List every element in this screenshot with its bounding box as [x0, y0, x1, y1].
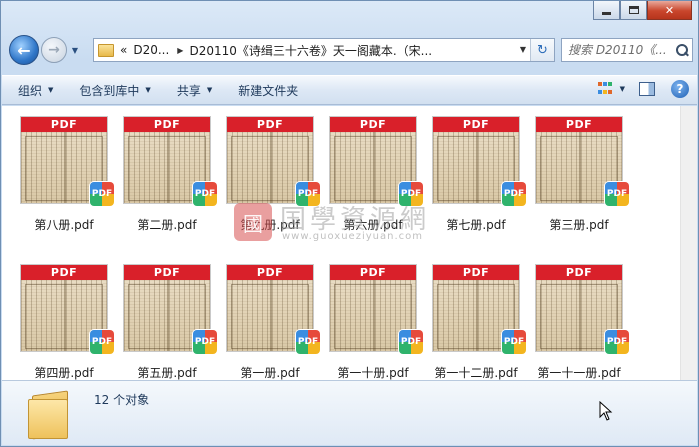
chevron-down-icon: ▼ [48, 86, 54, 94]
address-bar[interactable]: « D20... ▶ D20110《诗缉三十六卷》天一阁藏本.（宋... ▼ ↻ [93, 38, 555, 62]
thumbnail-pdf-band: PDF [227, 117, 313, 132]
search-input[interactable] [568, 43, 676, 57]
forward-button[interactable]: → [41, 37, 67, 63]
new-folder-button[interactable]: 新建文件夹 [228, 79, 308, 101]
file-name: 第九册.pdf [240, 218, 300, 232]
pdf-file-icon: PDF [502, 330, 526, 354]
file-name: 第四册.pdf [34, 366, 94, 380]
file-name: 第三册.pdf [549, 218, 609, 232]
pdf-file-icon: PDF [90, 182, 114, 206]
search-box[interactable] [561, 38, 693, 62]
pdf-file-icon: PDF [605, 330, 629, 354]
chevron-down-icon: ▼ [145, 86, 151, 94]
file-item[interactable]: PDF PDF 第一十册.pdf [329, 264, 429, 380]
vertical-scrollbar[interactable] [680, 106, 697, 380]
chevron-down-icon[interactable]: ▼ [520, 45, 526, 54]
thumbnail-pdf-band: PDF [124, 117, 210, 132]
back-button[interactable]: ← [9, 35, 39, 65]
file-item[interactable]: PDF PDF 第三册.pdf [535, 116, 635, 236]
breadcrumb-parent[interactable]: D20... [133, 43, 169, 57]
file-name: 第五册.pdf [137, 366, 197, 380]
share-button[interactable]: 共享 ▼ [167, 79, 222, 101]
thumbnail-pdf-band: PDF [433, 265, 519, 280]
thumbnail-pdf-band: PDF [330, 117, 416, 132]
thumbnail-pdf-band: PDF [21, 117, 107, 132]
pdf-file-icon: PDF [193, 330, 217, 354]
file-list: PDF PDF 第八册.pdf PDF PDF 第二册.pdf PDF PDF 第九册.pdf P… [2, 106, 697, 380]
file-name: 第一册.pdf [240, 366, 300, 380]
thumbnail-pdf-band: PDF [124, 265, 210, 280]
minimize-button[interactable] [593, 1, 620, 20]
thumbnail-pdf-band: PDF [330, 265, 416, 280]
minimize-icon [602, 11, 611, 15]
search-icon[interactable] [676, 43, 689, 57]
file-item[interactable]: PDF PDF 第九册.pdf [226, 116, 326, 236]
close-icon: ✕ [664, 3, 675, 17]
thumbnail-pdf-band: PDF [536, 117, 622, 132]
file-item[interactable]: PDF PDF 第四册.pdf [20, 264, 120, 380]
include-in-library-label: 包含到库中 [79, 83, 140, 98]
thumbnail-pdf-band: PDF [227, 265, 313, 280]
close-button[interactable]: ✕ [647, 1, 692, 20]
details-pane: 12 个对象 [2, 380, 697, 445]
breadcrumb-current[interactable]: D20110《诗缉三十六卷》天一阁藏本.（宋... [189, 42, 432, 59]
back-arrow-icon: ← [17, 40, 31, 60]
thumbnail-pdf-band: PDF [21, 265, 107, 280]
file-name: 第七册.pdf [446, 218, 506, 232]
pdf-file-icon: PDF [399, 330, 423, 354]
file-item[interactable]: PDF PDF 第一十一册.pdf [535, 264, 635, 380]
new-folder-label: 新建文件夹 [238, 83, 299, 98]
pdf-file-icon: PDF [296, 182, 320, 206]
folder-icon [28, 385, 72, 440]
folder-icon [98, 43, 114, 57]
pdf-file-icon: PDF [90, 330, 114, 354]
organize-label: 组织 [18, 83, 43, 98]
recent-pages-dropdown[interactable]: ▼ [69, 46, 81, 55]
maximize-button[interactable] [620, 1, 647, 20]
view-options-dropdown[interactable]: ▼ [620, 85, 625, 93]
file-item[interactable]: PDF PDF 第一十二册.pdf [432, 264, 532, 380]
file-name: 第二册.pdf [137, 218, 197, 232]
file-name: 第一十一册.pdf [537, 366, 621, 380]
file-name: 第一十册.pdf [337, 366, 409, 380]
file-name: 第一十二册.pdf [434, 366, 518, 380]
file-item[interactable]: PDF PDF 第八册.pdf [20, 116, 120, 236]
toolbar-right: ▼ ? [597, 80, 689, 98]
share-label: 共享 [176, 83, 201, 98]
pdf-file-icon: PDF [399, 182, 423, 206]
file-name: 第六册.pdf [343, 218, 403, 232]
file-item[interactable]: PDF PDF 第七册.pdf [432, 116, 532, 236]
command-toolbar: 组织 ▼ 包含到库中 ▼ 共享 ▼ 新建文件夹 ▼ ? [2, 75, 697, 105]
pdf-file-icon: PDF [296, 330, 320, 354]
refresh-button[interactable]: ↻ [530, 39, 554, 61]
maximize-icon [628, 6, 639, 14]
pdf-file-icon: PDF [193, 182, 217, 206]
navigation-bar: ← → ▼ « D20... ▶ D20110《诗缉三十六卷》天一阁藏本.（宋.… [9, 35, 693, 65]
file-item[interactable]: PDF PDF 第五册.pdf [123, 264, 223, 380]
pdf-file-icon: PDF [605, 182, 629, 206]
item-count: 12 个对象 [94, 393, 150, 407]
file-item[interactable]: PDF PDF 第二册.pdf [123, 116, 223, 236]
forward-arrow-icon: → [48, 42, 60, 58]
file-name: 第八册.pdf [34, 218, 94, 232]
breadcrumb-overflow[interactable]: « [120, 43, 127, 57]
preview-pane-icon[interactable] [639, 82, 655, 96]
file-item[interactable]: PDF PDF 第一册.pdf [226, 264, 326, 380]
refresh-icon: ↻ [537, 42, 548, 58]
change-view-icon[interactable] [597, 82, 614, 96]
help-icon[interactable]: ? [671, 80, 689, 98]
organize-button[interactable]: 组织 ▼ [8, 79, 63, 101]
thumbnail-pdf-band: PDF [536, 265, 622, 280]
chevron-down-icon: ▼ [206, 86, 213, 94]
include-in-library-button[interactable]: 包含到库中 ▼ [69, 79, 160, 101]
chevron-right-icon[interactable]: ▶ [177, 46, 183, 55]
explorer-window: ✕ ← → ▼ « D20... ▶ D20110《诗缉三十六卷》天一阁藏本.（… [0, 0, 699, 447]
thumbnail-pdf-band: PDF [433, 117, 519, 132]
pdf-file-icon: PDF [502, 182, 526, 206]
file-item[interactable]: PDF PDF 第六册.pdf [329, 116, 429, 236]
caption-buttons: ✕ [593, 1, 692, 20]
